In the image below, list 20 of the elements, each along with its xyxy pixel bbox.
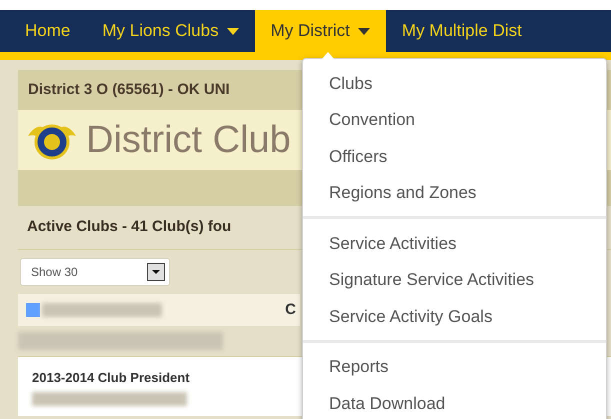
menu-item[interactable]: Service Activity Goals [303, 298, 606, 334]
color-swatch-icon [26, 303, 40, 317]
menu-item[interactable]: Reports [303, 348, 606, 385]
menu-item[interactable]: Clubs [303, 65, 606, 102]
active-clubs-heading: Active Clubs - 41 Club(s) fou [27, 217, 232, 238]
nav-item[interactable]: My District [254, 10, 386, 52]
menu-item[interactable]: Service Activities [303, 225, 606, 262]
menu-item[interactable]: Data Download [303, 385, 606, 419]
nav-item[interactable]: Home [9, 10, 86, 52]
officer-title: 2013-2014 Club President [32, 371, 191, 384]
nav-item[interactable]: My Lions Clubs [86, 10, 255, 52]
menu-item[interactable]: Convention [303, 102, 606, 138]
menu-item[interactable]: Officers [303, 138, 606, 174]
page-title: District Club [86, 121, 291, 159]
nav-item[interactable]: My Multiple Dist [386, 10, 538, 52]
show-select[interactable]: Show 30 [20, 258, 170, 286]
menu-item[interactable]: Regions and Zones [303, 174, 606, 211]
menu-item[interactable]: Signature Service Activities [303, 262, 606, 298]
column-header: C [285, 300, 296, 320]
district-name: District 3 O (65561) - OK UNI [28, 80, 230, 100]
